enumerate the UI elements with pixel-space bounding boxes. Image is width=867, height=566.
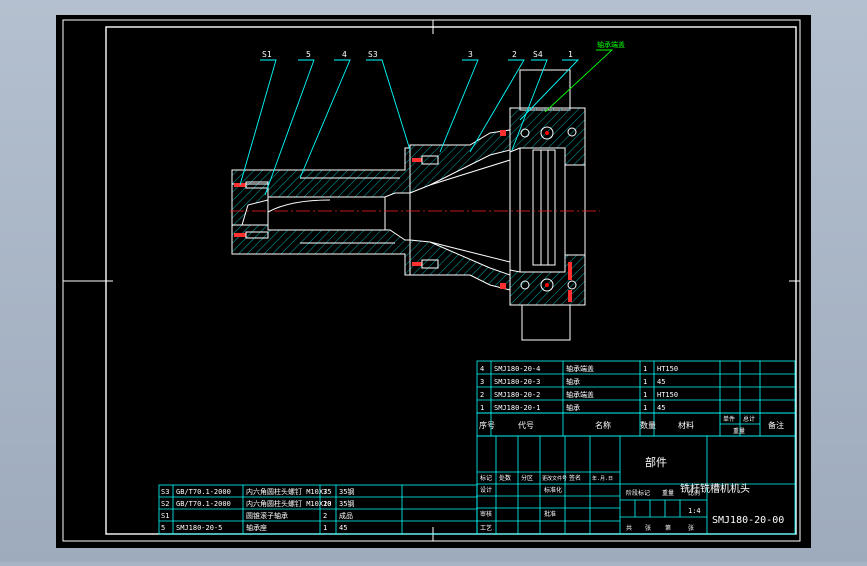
lower-row-qty: 7 bbox=[323, 488, 327, 496]
lower-row-qty: 2 bbox=[323, 512, 327, 520]
upper-row-qty: 1 bbox=[643, 378, 647, 386]
header-material: 材料 bbox=[678, 420, 694, 430]
lower-row-code: SMJ180-20-5 bbox=[176, 524, 222, 532]
row-label-design: 设计 bbox=[480, 486, 492, 494]
weight-label: 重量 bbox=[662, 489, 674, 497]
balloon-annotation: 轴承端盖 bbox=[597, 40, 625, 49]
upper-row-no: 4 bbox=[480, 365, 484, 373]
upper-row-qty: 1 bbox=[643, 365, 647, 373]
header-qty: 数量 bbox=[640, 420, 656, 430]
sign-label-change: 更改文件号 bbox=[542, 475, 567, 482]
row-label-mark: 标记 bbox=[480, 474, 492, 482]
lower-row-no: S3 bbox=[161, 488, 169, 496]
balloon-label: S4 bbox=[533, 50, 543, 59]
upper-row-name: 轴承端盖 bbox=[566, 364, 594, 373]
balloon-label: 4 bbox=[342, 50, 347, 59]
sign-label-date: 年.月.日 bbox=[592, 475, 613, 482]
stage-label: 阶段标记 bbox=[626, 489, 650, 497]
lower-row-material: 35钢 bbox=[339, 499, 354, 508]
upper-row-code: SMJ180-20-1 bbox=[494, 404, 540, 412]
lower-row-material: 成品 bbox=[339, 511, 353, 520]
cad-viewport: S1 5 4 S3 3 2 S4 1 轴承端盖 4 SMJ180-20-4 轴承端盖… bbox=[0, 0, 867, 562]
balloon-label: S1 bbox=[262, 50, 272, 59]
sign-label-zone: 分区 bbox=[521, 474, 533, 482]
lower-row-name: 圆锥滚子轴承 bbox=[246, 511, 288, 520]
upper-row-no: 1 bbox=[480, 404, 484, 412]
sheet-unit-label: 张 bbox=[645, 524, 651, 532]
std-label: 标准化 bbox=[544, 486, 562, 494]
header-weight: 重量 bbox=[733, 427, 745, 435]
sheet-no-label: 第 bbox=[665, 524, 671, 532]
drawing-sheet bbox=[56, 15, 811, 548]
lower-row-name: 轴承座 bbox=[246, 523, 267, 532]
upper-row-code: SMJ180-20-2 bbox=[494, 391, 540, 399]
balloon-label: 3 bbox=[468, 50, 473, 59]
header-no: 序号 bbox=[479, 420, 495, 430]
balloon-label: S3 bbox=[368, 50, 378, 59]
upper-row-name: 轴承 bbox=[566, 377, 580, 386]
row-label-review: 审核 bbox=[480, 510, 492, 518]
upper-row-name: 轴承端盖 bbox=[566, 390, 594, 399]
upper-row-material: 45 bbox=[657, 378, 665, 386]
upper-row-material: 45 bbox=[657, 404, 665, 412]
scale-value: 1:4 bbox=[688, 507, 701, 515]
lower-row-no: S1 bbox=[161, 512, 169, 520]
upper-row-code: SMJ180-20-4 bbox=[494, 365, 540, 373]
balloon-label: 5 bbox=[306, 50, 311, 59]
approve-label: 批准 bbox=[544, 510, 556, 518]
cad-drawing[interactable]: S1 5 4 S3 3 2 S4 1 轴承端盖 4 SMJ180-20-4 轴承端盖… bbox=[0, 0, 867, 562]
lower-row-name: 内六角圆柱头螺钉 M10X20 bbox=[246, 499, 332, 508]
lower-row-material: 45 bbox=[339, 524, 347, 532]
balloon-label: 1 bbox=[568, 50, 573, 59]
sheet-unit-label-2: 张 bbox=[688, 524, 694, 532]
row-label-process: 工艺 bbox=[480, 524, 492, 532]
lower-row-code: GB/T70.1-2000 bbox=[176, 488, 231, 496]
lower-row-material: 35钢 bbox=[339, 487, 354, 496]
upper-row-qty: 1 bbox=[643, 404, 647, 412]
sign-label-sign: 签名 bbox=[569, 474, 581, 482]
lower-row-no: S2 bbox=[161, 500, 169, 508]
upper-row-qty: 1 bbox=[643, 391, 647, 399]
sheet-total-label: 共 bbox=[626, 524, 632, 532]
upper-row-no: 3 bbox=[480, 378, 484, 386]
header-code: 代号 bbox=[518, 420, 534, 430]
header-weight-single: 单件 bbox=[723, 415, 735, 423]
upper-row-material: HT150 bbox=[657, 391, 678, 399]
unit-label: 部件 bbox=[645, 455, 667, 469]
header-weight-total: 总计 bbox=[743, 415, 755, 423]
upper-row-material: HT150 bbox=[657, 365, 678, 373]
upper-row-name: 轴承 bbox=[566, 403, 580, 412]
lower-row-name: 内六角圆柱头螺钉 M10X35 bbox=[246, 487, 332, 496]
balloon-label: 2 bbox=[512, 50, 517, 59]
lower-row-no: 5 bbox=[161, 524, 165, 532]
header-remark: 备注 bbox=[768, 420, 784, 430]
ratio-label: 比例 bbox=[688, 489, 700, 497]
drawing-no: SMJ180-20-00 bbox=[712, 515, 784, 526]
header-name: 名称 bbox=[595, 420, 611, 430]
sign-label-count: 处数 bbox=[499, 474, 511, 482]
upper-row-no: 2 bbox=[480, 391, 484, 399]
upper-row-code: SMJ180-20-3 bbox=[494, 378, 540, 386]
lower-row-qty: 10 bbox=[323, 500, 331, 508]
lower-row-code: GB/T70.1-2000 bbox=[176, 500, 231, 508]
lower-row-qty: 1 bbox=[323, 524, 327, 532]
